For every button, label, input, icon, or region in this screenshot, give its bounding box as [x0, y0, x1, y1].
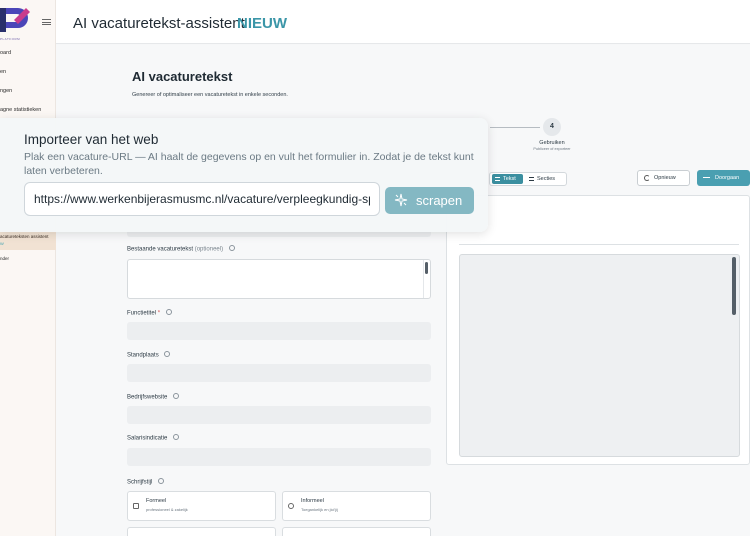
tab-secties[interactable]: Secties — [526, 174, 562, 184]
website-label-text: Bedrijfswebsite — [127, 394, 168, 401]
tab-tekst-label: Tekst — [503, 176, 516, 182]
view-toggle: Tekst Secties — [489, 172, 567, 186]
tab-tekst[interactable]: Tekst — [492, 174, 523, 184]
info-icon[interactable] — [173, 393, 180, 399]
stepper-connector — [490, 127, 540, 128]
step-4-circle[interactable]: 4 — [543, 118, 561, 136]
info-icon[interactable] — [173, 434, 180, 440]
logo-text: PLATFORM — [0, 37, 21, 41]
sidebar-item-badge: W — [0, 241, 4, 246]
import-description: Plak een vacature-URL — AI haalt de gege… — [24, 151, 474, 177]
salary-label-text: Salarisindicatie — [127, 435, 168, 442]
scrollbar-thumb[interactable] — [732, 257, 736, 315]
info-icon[interactable] — [228, 245, 235, 251]
retry-button[interactable]: Opnieuw — [637, 170, 690, 186]
info-icon[interactable] — [158, 478, 165, 484]
tab-secties-label: Secties — [537, 176, 556, 182]
salary-label: Salarisindicatie — [127, 434, 180, 442]
continue-button[interactable]: Doorgaan — [697, 170, 750, 186]
sparkle-icon — [394, 193, 408, 207]
sidebar-item-bottom[interactable]: nder — [0, 256, 9, 261]
salary-input[interactable] — [127, 448, 431, 466]
job-title-label-text: Functietitel — [127, 310, 157, 317]
existing-text-textarea[interactable] — [127, 259, 431, 299]
sidebar-item-label: acatureteksten assistent — [0, 234, 49, 239]
sidebar: PLATFORM oard en ngen agne statistieken … — [0, 0, 56, 536]
hamburger-menu-icon[interactable] — [42, 19, 51, 25]
scrape-button-label: scrapen — [416, 193, 463, 208]
optional-marker: (optioneel) — [194, 246, 224, 253]
location-label-text: Standplaats — [127, 352, 159, 359]
step-4-sublabel: Publiceer of exporteer — [533, 147, 571, 151]
style-label: Schrijfstijl — [127, 478, 165, 486]
sidebar-item-dashboard[interactable]: oard — [0, 50, 11, 56]
refresh-icon — [644, 175, 650, 181]
page-header: AI vacaturetekst-assistent NIEUW — [56, 0, 750, 44]
sidebar-item-vacatures[interactable]: en — [0, 69, 6, 75]
sidebar-item-statistieken[interactable]: agne statistieken — [0, 107, 41, 113]
style-name: Informeel — [301, 498, 324, 504]
grid-icon — [529, 177, 534, 181]
existing-text-label-text: Bestaande vacaturetekst — [127, 246, 194, 253]
import-title: Importeer van het web — [24, 132, 159, 147]
scrape-button[interactable]: scrapen — [385, 187, 474, 214]
continue-button-label: Doorgaan — [715, 175, 740, 181]
location-input[interactable] — [127, 364, 431, 382]
existing-text-label: Bestaande vacaturetekst (optioneel) — [127, 245, 235, 253]
new-badge: NIEUW — [237, 15, 287, 32]
job-title-input[interactable] — [127, 322, 431, 340]
style-description: professioneel & zakelijk — [146, 507, 188, 512]
import-from-web-panel: Importeer van het web Plak een vacature-… — [0, 118, 488, 232]
arrow-right-icon — [703, 177, 710, 178]
preview-textarea[interactable] — [459, 254, 740, 457]
style-description: Toegankelijk en jici'jij — [301, 507, 338, 512]
preview-divider — [459, 244, 739, 245]
website-input[interactable] — [127, 406, 431, 424]
scrollbar-thumb[interactable] — [425, 262, 428, 274]
smile-icon — [288, 503, 294, 509]
website-label: Bedrijfswebsite — [127, 393, 180, 401]
job-title-label: Functietitel * — [127, 309, 172, 317]
preview-panel — [446, 195, 750, 465]
info-icon[interactable] — [164, 351, 171, 357]
location-label: Standplaats — [127, 351, 171, 359]
retry-button-label: Opnieuw — [654, 175, 676, 181]
info-icon[interactable] — [165, 309, 172, 315]
logo-icon — [0, 8, 30, 32]
sidebar-item-vacature-assistent[interactable]: acatureteksten assistent W — [0, 230, 56, 250]
style-name: Formeel — [146, 498, 167, 504]
url-input[interactable] — [24, 182, 380, 216]
style-option-enthousiast[interactable] — [127, 527, 276, 536]
style-option-zakelijk[interactable] — [282, 527, 431, 536]
required-marker: * — [157, 310, 161, 317]
briefcase-icon — [133, 503, 139, 509]
list-icon — [495, 177, 500, 181]
style-label-text: Schrijfstijl — [127, 479, 153, 486]
page-subtitle: Genereer of optimaliseer een vacaturetek… — [132, 92, 288, 98]
header-title: AI vacaturetekst-assistent — [73, 15, 245, 32]
style-option-informeel[interactable]: Informeel Toegankelijk en jici'jij — [282, 491, 431, 521]
style-option-formeel[interactable]: Formeel professioneel & zakelijk — [127, 491, 276, 521]
step-4-label: Gebruiken — [539, 140, 565, 146]
page-title: AI vacaturetekst — [132, 69, 233, 84]
scrollbar-track — [423, 260, 424, 298]
sidebar-item-kandidaten[interactable]: ngen — [0, 88, 12, 94]
